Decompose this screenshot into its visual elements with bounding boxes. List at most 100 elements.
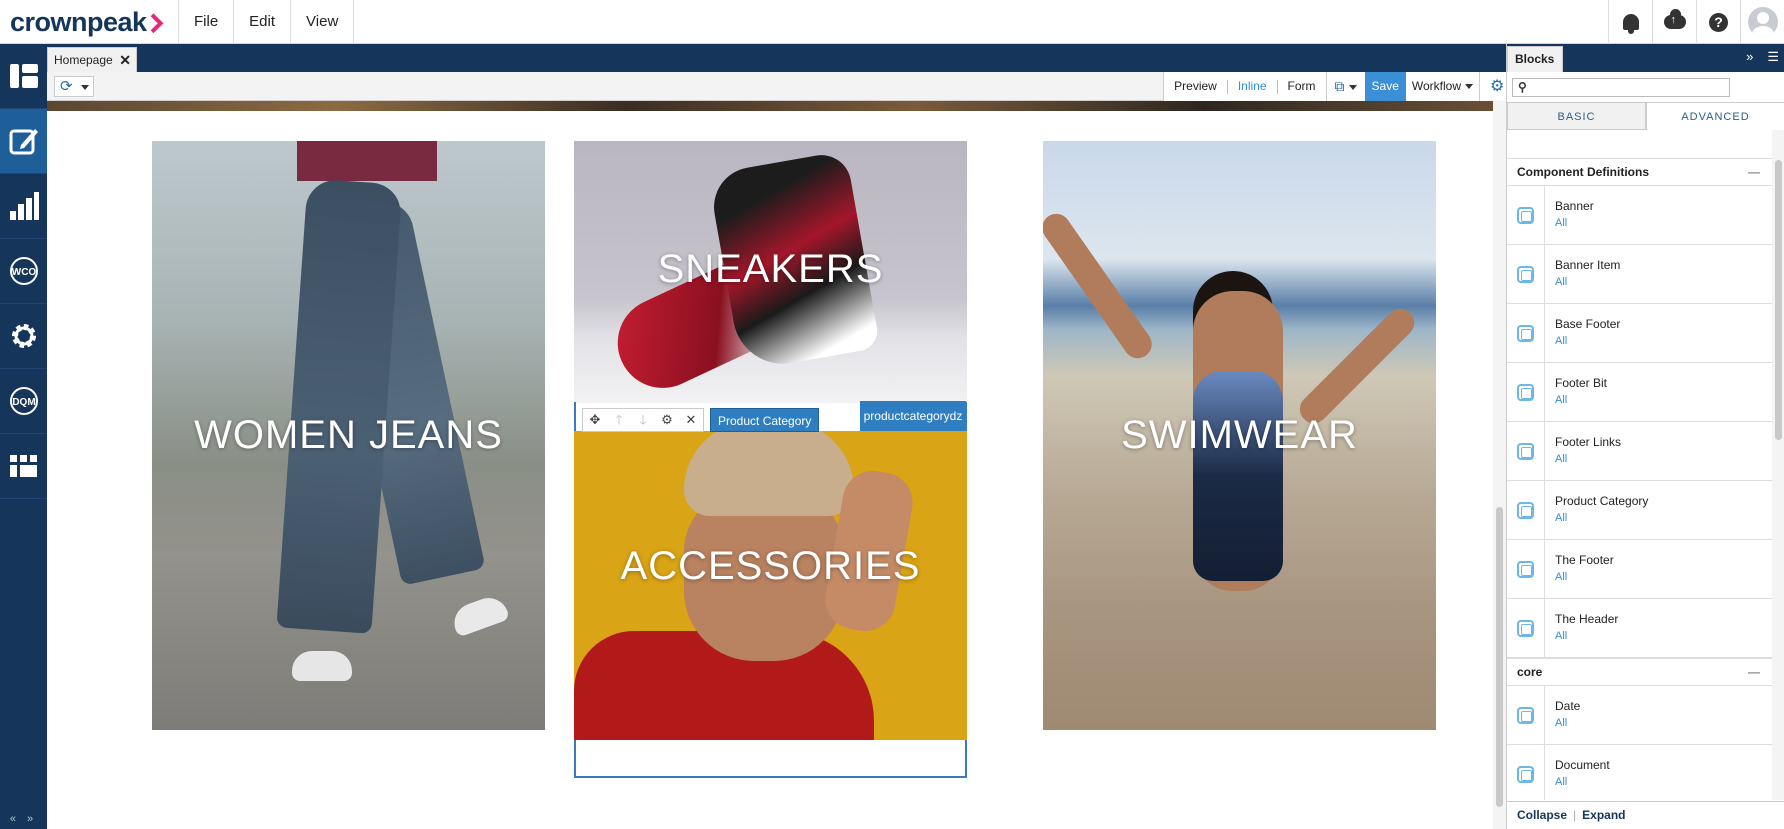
dqm-icon: DQM — [9, 387, 38, 415]
preview-button[interactable]: Preview — [1164, 72, 1227, 101]
list-item[interactable]: The Footer All — [1507, 540, 1772, 599]
panel-tabs: BASIC ADVANCED — [1507, 102, 1784, 130]
analytics-icon — [9, 192, 39, 220]
menu-edit[interactable]: Edit — [233, 0, 290, 44]
canvas-scrollbar[interactable] — [1493, 101, 1506, 829]
tab-blocks[interactable]: Blocks — [1507, 46, 1563, 72]
crownpeak-logo[interactable]: crownpeak — [10, 7, 164, 38]
tab-homepage[interactable]: Homepage ✕ — [47, 47, 137, 72]
chevron-down-icon — [1465, 84, 1473, 90]
wco-icon: WCO — [9, 257, 38, 285]
component-icon — [1507, 540, 1545, 598]
sidebar-item-dqm[interactable]: DQM — [0, 369, 47, 434]
scrollbar-thumb[interactable] — [1775, 160, 1782, 440]
component-icon — [1507, 481, 1545, 539]
upload-button[interactable] — [1652, 0, 1696, 44]
component-icon — [1507, 745, 1545, 800]
collapse-icon[interactable]: — — [1748, 659, 1760, 686]
arrow-down-icon[interactable]: 🡓 — [631, 409, 655, 431]
card-label: SNEAKERS — [657, 247, 884, 291]
user-menu-button[interactable] — [1740, 0, 1784, 44]
menu-file[interactable]: File — [178, 0, 233, 44]
card-sneakers[interactable]: SNEAKERS — [574, 141, 967, 403]
component-icon — [1507, 422, 1545, 480]
sidebar-item-wco[interactable]: WCO — [0, 239, 47, 304]
expand-all-link[interactable]: Expand — [1582, 808, 1625, 822]
apps-icon — [9, 455, 37, 477]
component-icon — [1507, 686, 1545, 744]
collapse-panel-icon[interactable]: » — [1746, 49, 1753, 65]
list-item[interactable]: Footer Links All — [1507, 422, 1772, 481]
component-list: Component Definitions — Banner All Banner … — [1507, 130, 1772, 800]
section-header-component-definitions[interactable]: Component Definitions — — [1507, 158, 1772, 186]
view-mode-buttons: Preview Inline Form ⧉ Save Workflow ⚙ — [1163, 72, 1506, 101]
component-icon — [1507, 599, 1545, 657]
list-item[interactable]: Document All — [1507, 745, 1772, 800]
save-button[interactable]: Save — [1364, 72, 1406, 101]
image-shape — [297, 141, 437, 181]
workflow-dropdown[interactable]: Workflow — [1406, 72, 1479, 101]
sidebar-item-settings[interactable] — [0, 304, 47, 369]
image-shape — [1193, 371, 1283, 581]
refresh-button[interactable]: ⟳ — [54, 76, 94, 97]
move-icon[interactable]: ✥ — [583, 409, 607, 431]
tab-advanced[interactable]: ADVANCED — [1646, 102, 1784, 130]
form-button[interactable]: Form — [1278, 72, 1326, 101]
gear-icon: ⚙ — [1490, 78, 1505, 95]
inline-button[interactable]: Inline — [1228, 72, 1277, 101]
list-item[interactable]: Date All — [1507, 686, 1772, 745]
card-women-jeans[interactable]: WOMEN JEANS — [152, 141, 545, 730]
open-external-button[interactable]: ⧉ — [1325, 72, 1365, 101]
list-item[interactable]: Footer Bit All — [1507, 363, 1772, 422]
list-item[interactable]: Banner All — [1507, 186, 1772, 245]
card-swimwear[interactable]: SWIMWEAR — [1043, 141, 1436, 730]
sidebar-item-edit[interactable] — [0, 109, 47, 174]
hamburger-menu-icon[interactable]: ☰ — [1767, 49, 1779, 65]
gear-icon[interactable]: ⚙ — [655, 409, 679, 431]
panel-scrollbar[interactable] — [1772, 130, 1784, 800]
image-shape — [448, 592, 511, 638]
sidebar-item-analytics[interactable] — [0, 174, 47, 239]
settings-button[interactable]: ⚙ — [1479, 72, 1506, 101]
card-accessories[interactable]: ACCESSORIES — [574, 431, 967, 740]
help-button[interactable]: ? — [1696, 0, 1740, 44]
editor-toolbar: ⟳ Preview Inline Form ⧉ Save Workflow ⚙ — [47, 72, 1506, 101]
document-tab-strip: Homepage ✕ — [47, 44, 1506, 72]
image-shape — [684, 431, 854, 516]
scrollbar-thumb[interactable] — [1496, 507, 1503, 807]
menu-view[interactable]: View — [290, 0, 355, 44]
list-item[interactable]: Base Footer All — [1507, 304, 1772, 363]
top-bar: crownpeak File Edit View ? — [0, 0, 1784, 44]
svg-text:DQM: DQM — [12, 397, 35, 408]
arrow-up-icon[interactable]: 🡑 — [607, 409, 631, 431]
close-icon[interactable]: ✕ — [679, 409, 703, 431]
block-search: ⚲ — [1512, 78, 1730, 97]
section-header-core[interactable]: core — — [1507, 658, 1772, 686]
list-item[interactable]: Banner Item All — [1507, 245, 1772, 304]
card-label: SWIMWEAR — [1121, 413, 1358, 457]
dropzone-tag: productcategorydz — [860, 401, 966, 431]
card-label: ACCESSORIES — [620, 544, 921, 588]
sidebar-collapse-toggle[interactable]: « » — [0, 813, 47, 825]
hero-image-strip — [47, 101, 1493, 111]
tab-basic[interactable]: BASIC — [1507, 102, 1646, 130]
component-name-badge[interactable]: Product Category — [710, 407, 820, 432]
search-input[interactable] — [1531, 80, 1727, 95]
collapse-icon[interactable]: — — [1748, 159, 1760, 186]
close-icon[interactable]: ✕ — [119, 48, 131, 72]
component-icon — [1507, 245, 1545, 303]
list-item[interactable]: Product Category All — [1507, 481, 1772, 540]
sidebar-item-apps[interactable] — [0, 434, 47, 499]
sidebar-item-dashboard[interactable] — [0, 44, 47, 109]
edit-icon — [9, 129, 38, 155]
notifications-button[interactable] — [1608, 0, 1652, 44]
block-tools: ✥ 🡑 🡓 ⚙ ✕ — [582, 407, 704, 432]
collapse-all-link[interactable]: Collapse — [1517, 808, 1567, 822]
panel-header: Blocks » ☰ — [1507, 44, 1784, 72]
bell-icon — [1622, 14, 1639, 34]
main-menu: File Edit View — [178, 0, 355, 44]
image-shape — [1043, 208, 1158, 364]
list-item[interactable]: The Header All — [1507, 599, 1772, 658]
chevron-down-icon — [81, 85, 89, 90]
